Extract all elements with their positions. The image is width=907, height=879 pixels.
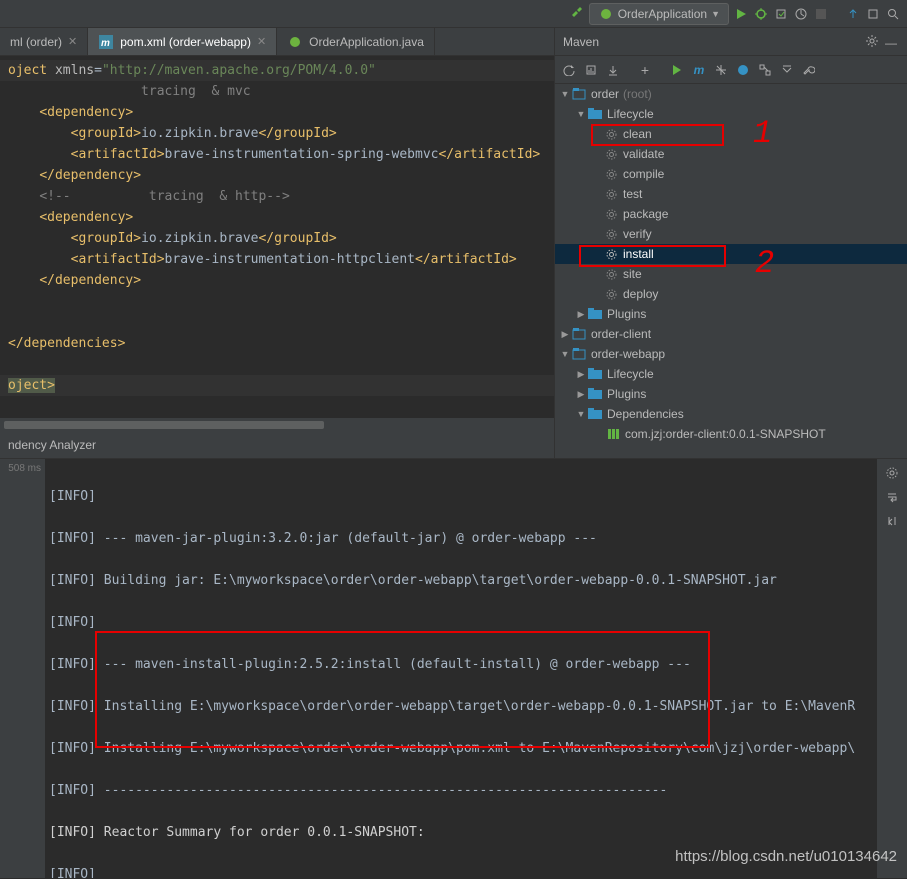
tab-pom-order-webapp[interactable]: m pom.xml (order-webapp) ✕ [88,28,277,55]
close-icon[interactable]: ✕ [68,35,77,48]
spring-icon [598,6,614,22]
lifecycle-verify[interactable]: verify [555,224,907,244]
lifecycle-validate[interactable]: validate [555,144,907,164]
gear-icon[interactable] [884,465,900,481]
folder-icon [587,308,603,320]
folder-icon [587,108,603,120]
wrench-icon[interactable] [801,62,817,78]
close-icon[interactable]: ✕ [257,35,266,48]
run-configuration-selector[interactable]: OrderApplication ▼ [589,3,729,25]
execute-goal-icon[interactable]: m [691,62,707,78]
webapp-plugins-folder[interactable]: ▶Plugins [555,384,907,404]
maven-root-node[interactable]: ▼ order(root) [555,84,907,104]
maven-project-icon [571,347,587,361]
lifecycle-folder[interactable]: ▼ Lifecycle [555,104,907,124]
dependency-item[interactable]: com.jzj:order-client:0.0.1-SNAPSHOT [555,424,907,444]
lifecycle-site[interactable]: site [555,264,907,284]
stop-icon[interactable] [813,6,829,22]
gear-icon [603,149,619,160]
git-update-icon[interactable] [845,6,861,22]
editor-pane: ml (order) ✕ m pom.xml (order-webapp) ✕ … [0,28,555,458]
watermark: https://blog.csdn.net/u010134642 [675,848,897,865]
horizontal-scrollbar[interactable] [0,418,554,432]
tab-label: ml (order) [10,35,62,49]
editor-tabs: ml (order) ✕ m pom.xml (order-webapp) ✕ … [0,28,554,56]
show-deps-icon[interactable] [757,62,773,78]
soft-wrap-icon[interactable] [884,489,900,505]
lifecycle-test[interactable]: test [555,184,907,204]
folder-icon [587,388,603,400]
gear-icon [603,209,619,220]
collapse-icon[interactable] [779,62,795,78]
gear-icon [603,169,619,180]
debug-icon[interactable] [753,6,769,22]
tab-label: pom.xml (order-webapp) [120,35,251,49]
main-toolbar: OrderApplication ▼ [0,0,907,28]
coverage-icon[interactable] [773,6,789,22]
git-commit-icon[interactable] [865,6,881,22]
gear-icon [603,189,619,200]
tab-order-application[interactable]: OrderApplication.java [277,28,435,55]
download-icon[interactable] [605,62,621,78]
profile-icon[interactable] [793,6,809,22]
module-order-webapp[interactable]: ▼order-webapp [555,344,907,364]
annotation-box-3 [95,631,710,748]
maven-project-icon [571,87,587,101]
dropdown-icon: ▼ [711,9,720,19]
webapp-lifecycle-folder[interactable]: ▶Lifecycle [555,364,907,384]
generate-sources-icon[interactable] [583,62,599,78]
add-icon[interactable]: + [637,62,653,78]
console-panel: 508 ms [INFO] [INFO] --- maven-jar-plugi… [0,458,907,878]
library-icon [605,428,621,440]
gear-icon [603,269,619,280]
run-icon[interactable] [669,62,685,78]
reload-icon[interactable] [561,62,577,78]
lifecycle-compile[interactable]: compile [555,164,907,184]
hide-icon[interactable]: — [883,35,899,51]
maven-tool-window: Maven — + m ▼ order(root) [555,28,907,458]
annotation-box-1 [591,124,724,146]
build-time: 508 ms [4,463,41,474]
gear-icon [603,229,619,240]
module-order-client[interactable]: ▶order-client [555,324,907,344]
folder-icon [587,408,603,420]
toggle-offline-icon[interactable] [713,62,729,78]
maven-file-icon: m [98,34,114,50]
run-icon[interactable] [733,6,749,22]
maven-title: Maven [563,35,599,49]
plugins-folder[interactable]: ▶Plugins [555,304,907,324]
gear-icon[interactable] [864,33,880,49]
console-output[interactable]: [INFO] [INFO] --- maven-jar-plugin:3.2.0… [45,459,877,878]
spring-icon [287,34,303,50]
run-config-label: OrderApplication [618,7,707,21]
maven-toolbar: + m [555,56,907,84]
tab-label: OrderApplication.java [309,35,424,49]
scroll-end-icon[interactable] [884,513,900,529]
annotation-box-2 [579,245,726,267]
dependency-analyzer-tab[interactable]: ndency Analyzer [0,432,554,458]
console-gutter: 508 ms [0,459,45,878]
gear-icon [603,289,619,300]
maven-project-icon [571,327,587,341]
search-icon[interactable] [885,6,901,22]
console-side-toolbar [877,459,907,878]
svg-text:m: m [101,38,110,49]
folder-icon [587,368,603,380]
lifecycle-deploy[interactable]: deploy [555,284,907,304]
webapp-dependencies-folder[interactable]: ▼Dependencies [555,404,907,424]
toggle-skip-tests-icon[interactable] [735,62,751,78]
hammer-icon[interactable] [569,6,585,22]
code-editor[interactable]: oject xmlns="http://maven.apache.org/POM… [0,56,554,418]
lifecycle-package[interactable]: package [555,204,907,224]
tab-pom-order[interactable]: ml (order) ✕ [0,28,88,55]
